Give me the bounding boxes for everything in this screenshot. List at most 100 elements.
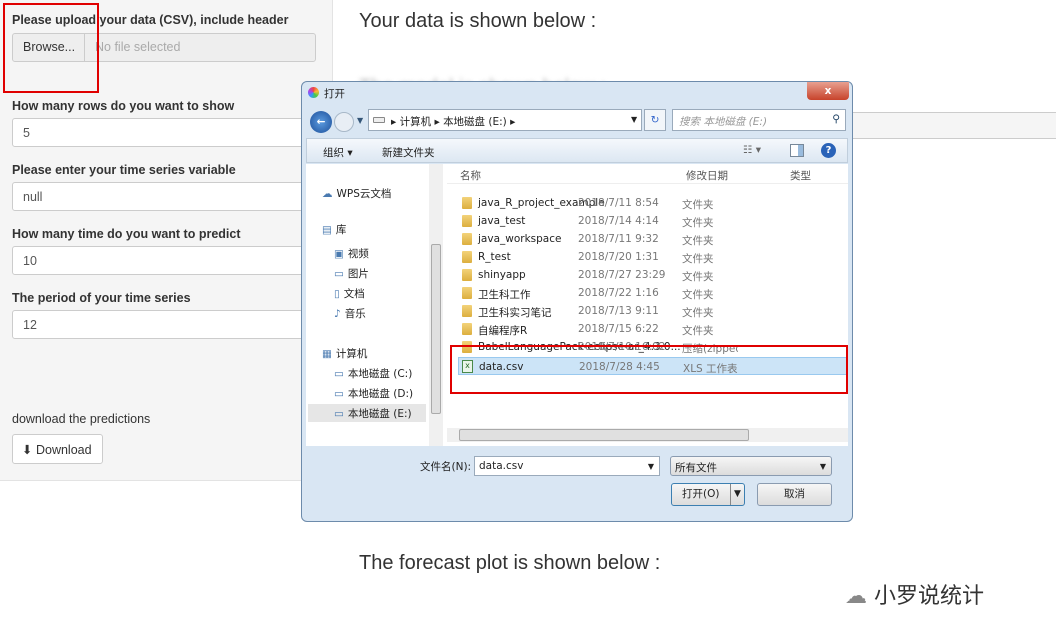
predict-input[interactable]: 10: [12, 246, 322, 275]
nav-item[interactable]: ☁ WPS云文档: [322, 186, 391, 201]
cancel-button[interactable]: 取消: [757, 483, 832, 506]
nav-item[interactable]: ▭ 本地磁盘 (C:): [334, 366, 412, 381]
file-type: 文件夹: [682, 235, 714, 247]
file-type: 文件夹: [682, 289, 714, 301]
open-file-dialog: 打开 x ← ▼ ▸ 计算机 ▸ 本地磁盘 (E:) ▸ ▼ ↻ 搜索 本地磁盘…: [301, 81, 853, 522]
file-row[interactable]: R_test 2018/7/20 1:31 文件夹: [458, 248, 848, 266]
folder-icon: [462, 197, 472, 209]
file-type: 文件夹: [682, 271, 714, 283]
search-icon: ⚲: [832, 113, 840, 125]
file-type: 文件夹: [682, 307, 714, 319]
open-button[interactable]: 打开(O) ▼: [671, 483, 745, 506]
file-type: 文件夹: [682, 199, 714, 211]
highlight-box: [3, 3, 99, 93]
nav-scroll-thumb[interactable]: [431, 244, 441, 414]
column-name[interactable]: 名称: [460, 168, 481, 183]
new-folder-button[interactable]: 新建文件夹: [382, 145, 435, 160]
nav-item-label: 图片: [347, 268, 369, 280]
drive-icon: [373, 117, 385, 123]
period-input[interactable]: 12: [12, 310, 322, 339]
ts-input[interactable]: null: [12, 182, 322, 211]
nav-item[interactable]: ▤ 库: [322, 222, 346, 237]
library-icon: ▤: [322, 224, 332, 236]
file-name: java_workspace: [478, 233, 562, 245]
file-row[interactable]: java_workspace 2018/7/11 9:32 文件夹: [458, 230, 848, 248]
nav-item-label: 本地磁盘 (C:): [347, 368, 413, 380]
nav-item-label: 音乐: [344, 308, 366, 320]
file-type: 文件夹: [682, 217, 714, 229]
nav-scrollbar[interactable]: [429, 164, 443, 446]
nav-item[interactable]: ▣ 视频: [334, 246, 369, 261]
folder-icon: [462, 233, 472, 245]
music-icon: ♪: [334, 308, 341, 320]
data-heading: Your data is shown below :: [359, 10, 597, 32]
file-row[interactable]: shinyapp 2018/7/27 23:29 文件夹: [458, 266, 848, 284]
file-date: 2018/7/11 9:32: [578, 233, 659, 245]
file-date: 2018/7/20 1:31: [578, 251, 659, 263]
video-icon: ▣: [334, 248, 344, 260]
app-icon: [308, 87, 319, 98]
view-options-icon[interactable]: ☷ ▾: [743, 144, 761, 156]
column-headers: 名称 修改日期 类型: [447, 164, 848, 184]
forward-button[interactable]: [334, 112, 354, 132]
file-row[interactable]: 卫生科工作 2018/7/22 1:16 文件夹: [458, 284, 848, 302]
dialog-title: 打开: [324, 88, 345, 100]
close-button[interactable]: x: [807, 82, 849, 100]
file-row[interactable]: java_R_project_example 2018/7/11 8:54 文件夹: [458, 194, 848, 212]
help-icon[interactable]: ?: [821, 143, 836, 158]
file-row[interactable]: java_test 2018/7/14 4:14 文件夹: [458, 212, 848, 230]
preview-pane-icon[interactable]: [790, 144, 804, 157]
toolbar: 组织 ▾ 新建文件夹 ☷ ▾ ?: [306, 138, 848, 163]
file-name: 卫生科工作: [478, 289, 531, 301]
history-dropdown[interactable]: ▼: [357, 116, 363, 125]
folder-icon: [462, 215, 472, 227]
file-date: 2018/7/14 4:14: [578, 215, 659, 227]
nav-item[interactable]: ▦ 计算机: [322, 346, 367, 361]
nav-item-label: 计算机: [335, 348, 368, 360]
back-button[interactable]: ←: [310, 111, 332, 133]
filename-input[interactable]: data.csv ▼: [474, 456, 660, 476]
nav-item[interactable]: ▭ 本地磁盘 (D:): [334, 386, 413, 401]
forecast-heading: The forecast plot is shown below :: [359, 552, 661, 574]
nav-item[interactable]: ▭ 本地磁盘 (E:): [308, 404, 426, 422]
filename-label: 文件名(N):: [420, 461, 472, 473]
file-date: 2018/7/22 1:16: [578, 287, 659, 299]
folder-icon: [462, 323, 472, 335]
file-name: shinyapp: [478, 269, 526, 281]
folder-icon: [462, 269, 472, 281]
column-date[interactable]: 修改日期: [686, 168, 728, 183]
column-type[interactable]: 类型: [790, 168, 811, 183]
file-type: 文件夹: [682, 325, 714, 337]
file-date: 2018/7/11 8:54: [578, 197, 659, 209]
rows-input[interactable]: 5: [12, 118, 322, 147]
predict-label: How many time do you want to predict: [12, 227, 241, 241]
watermark-text: 小罗说统计: [874, 584, 985, 609]
file-type-select[interactable]: 所有文件 ▼: [670, 456, 832, 476]
nav-item[interactable]: ♪ 音乐: [334, 306, 366, 321]
address-bar[interactable]: ▸ 计算机 ▸ 本地磁盘 (E:) ▸ ▼: [368, 109, 642, 131]
file-row[interactable]: 自编程序R 2018/7/15 6:22 文件夹: [458, 320, 848, 338]
document-icon: ▯: [334, 288, 340, 300]
nav-item[interactable]: ▭ 图片: [334, 266, 369, 281]
download-button[interactable]: ⬇ Download: [12, 434, 103, 464]
nav-item[interactable]: ▯ 文档: [334, 286, 365, 301]
file-row[interactable]: 卫生科实习笔记 2018/7/13 9:11 文件夹: [458, 302, 848, 320]
cloud-icon: ☁: [322, 188, 333, 200]
file-name: 自编程序R: [478, 325, 528, 337]
file-name: java_test: [478, 215, 526, 227]
picture-icon: ▭: [334, 268, 344, 280]
file-name: 卫生科实习笔记: [478, 307, 552, 319]
refresh-button[interactable]: ↻: [644, 109, 666, 131]
horizontal-scrollbar[interactable]: [447, 428, 848, 442]
breadcrumb-item[interactable]: ▸ 计算机 ▸ 本地磁盘 (E:) ▸: [391, 114, 515, 129]
organize-button[interactable]: 组织 ▾: [323, 145, 353, 160]
file-date: 2018/7/27 23:29: [578, 269, 666, 281]
search-placeholder: 搜索 本地磁盘 (E:): [679, 116, 768, 128]
h-scroll-thumb[interactable]: [459, 429, 749, 441]
file-date: 2018/7/15 6:22: [578, 323, 659, 335]
address-dropdown[interactable]: ▼: [631, 115, 637, 124]
search-input[interactable]: 搜索 本地磁盘 (E:) ⚲: [672, 109, 846, 131]
period-label: The period of your time series: [12, 291, 191, 305]
rows-label: How many rows do you want to show: [12, 99, 235, 113]
drive-icon: ▭: [334, 408, 344, 420]
